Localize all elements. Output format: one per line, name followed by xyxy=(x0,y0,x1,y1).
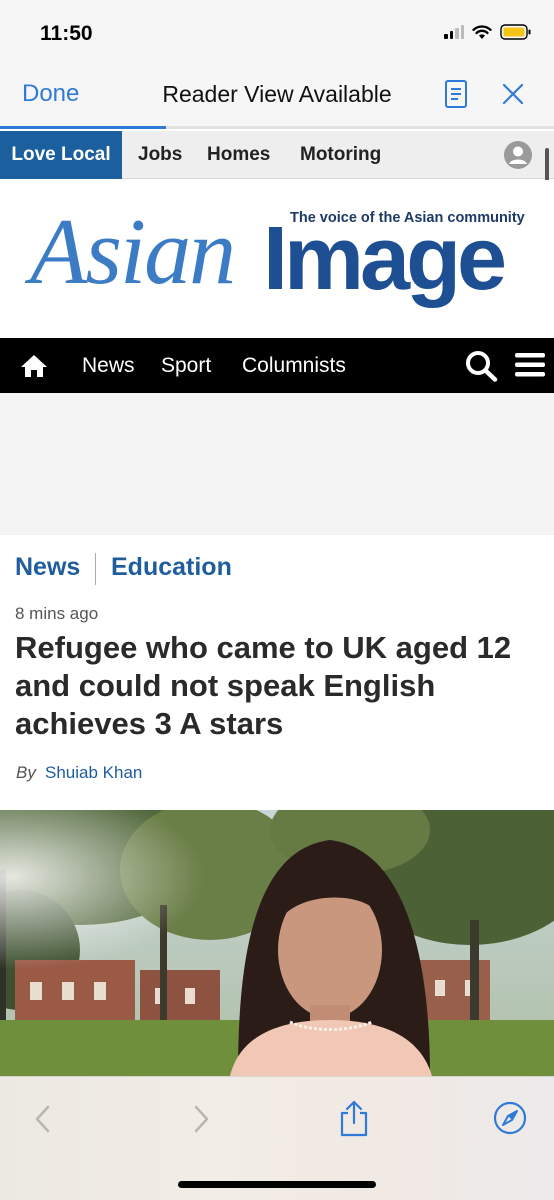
safari-top-bar: Done Reader View Available xyxy=(0,62,554,128)
masthead-tagline: The voice of the Asian community xyxy=(290,210,525,226)
status-bar: 11:50 xyxy=(0,0,554,62)
wifi-icon xyxy=(472,24,492,39)
top-link-love-local[interactable]: Love Local xyxy=(0,131,122,179)
article-photo-image xyxy=(0,810,554,1076)
nav-item-columnists[interactable]: Columnists xyxy=(242,338,346,393)
article-header: News Education 8 mins ago Refugee who ca… xyxy=(0,535,554,810)
top-link-homes[interactable]: Homes xyxy=(207,131,270,179)
signal-icon xyxy=(444,25,464,39)
category-divider xyxy=(95,553,96,585)
masthead: Asian Image The voice of the Asian commu… xyxy=(0,180,554,338)
account-icon[interactable] xyxy=(503,140,533,170)
close-icon[interactable] xyxy=(500,81,526,107)
nav-item-news[interactable]: News xyxy=(82,338,135,393)
menu-icon[interactable] xyxy=(514,351,546,379)
top-links-bar: Love Local Jobs Homes Motoring xyxy=(0,131,554,179)
top-link-jobs[interactable]: Jobs xyxy=(138,131,182,179)
status-icons xyxy=(444,24,532,40)
article-photo[interactable] xyxy=(0,810,554,1076)
ad-placeholder xyxy=(0,393,554,535)
author-link[interactable]: Shuiab Khan xyxy=(45,763,142,783)
category-education-link[interactable]: Education xyxy=(111,553,232,582)
compass-icon[interactable] xyxy=(493,1101,527,1135)
top-link-motoring[interactable]: Motoring xyxy=(300,131,381,179)
forward-icon[interactable] xyxy=(190,1103,212,1135)
nav-item-sport[interactable]: Sport xyxy=(161,338,211,393)
article-headline: Refugee who came to UK aged 12 and could… xyxy=(15,630,512,741)
main-nav: News Sport Columnists xyxy=(0,338,554,393)
home-icon[interactable] xyxy=(20,353,48,379)
logo-asian[interactable]: Asian xyxy=(30,198,236,306)
page-load-progress xyxy=(0,126,554,129)
search-icon[interactable] xyxy=(465,350,499,382)
back-icon[interactable] xyxy=(32,1103,54,1135)
reader-view-icon[interactable] xyxy=(443,79,469,109)
home-indicator[interactable] xyxy=(178,1181,376,1188)
category-news-link[interactable]: News xyxy=(15,553,80,582)
battery-icon xyxy=(500,24,531,40)
share-icon[interactable] xyxy=(338,1099,370,1137)
byline-prefix: By xyxy=(16,763,36,782)
article-timestamp: 8 mins ago xyxy=(15,604,99,623)
reader-view-title: Reader View Available xyxy=(162,81,392,107)
page-load-progress-fill xyxy=(0,126,167,129)
status-time: 11:50 xyxy=(40,22,93,45)
